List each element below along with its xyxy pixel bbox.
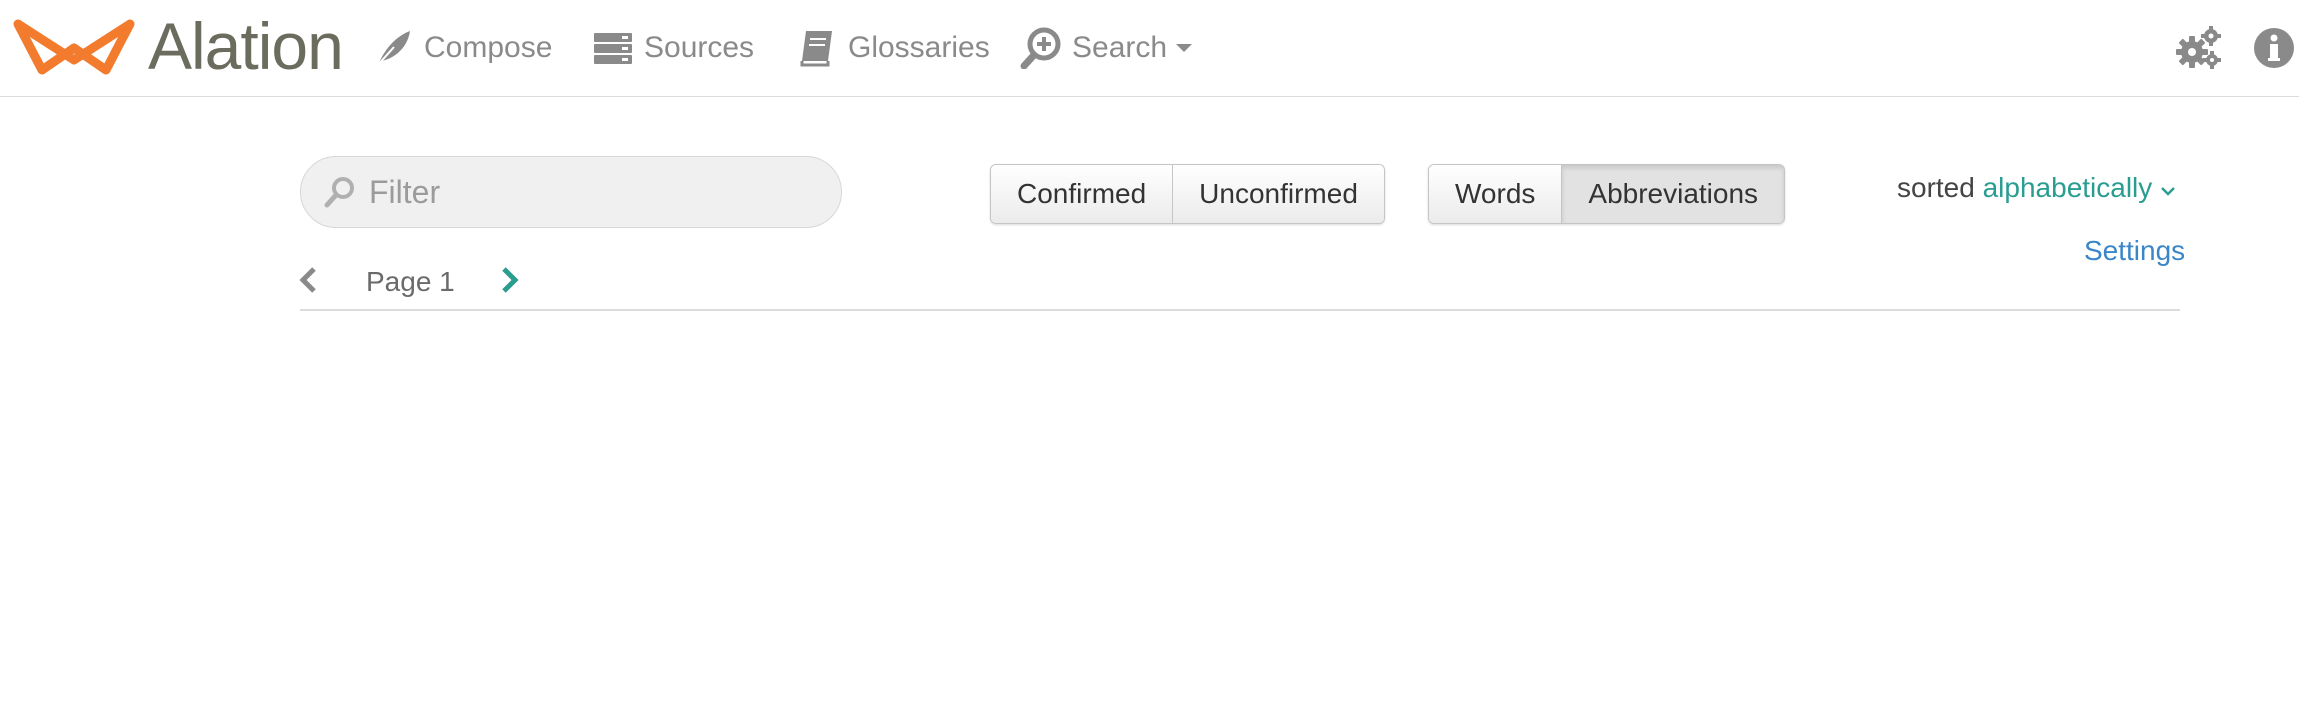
top-navigation-bar: Alation Compose Sources Glossaries Searc…	[0, 0, 2299, 97]
nav-compose[interactable]: Compose	[372, 24, 552, 72]
chevron-down-icon	[2161, 187, 2175, 196]
book-icon	[800, 31, 832, 67]
nav-compose-label: Compose	[424, 31, 553, 64]
filter-input[interactable]	[367, 172, 811, 212]
server-stack-icon	[594, 33, 632, 64]
nav-search-label: Search	[1072, 31, 1168, 64]
caret-down-icon	[1176, 44, 1193, 52]
search-icon	[324, 177, 354, 208]
status-toggle-group: Confirmed Unconfirmed	[990, 164, 1385, 224]
type-toggle-group: Words Abbreviations	[1428, 164, 1786, 224]
nav-search[interactable]: Search	[1020, 24, 1193, 72]
filter-field[interactable]	[300, 156, 842, 228]
sort-dropdown[interactable]: alphabetically	[1983, 172, 2176, 203]
sort-value: alphabetically	[1982, 172, 2153, 203]
sort-prefix: sorted	[1897, 172, 1975, 203]
confirmed-button[interactable]: Confirmed	[991, 165, 1174, 223]
gears-icon[interactable]	[2174, 24, 2222, 72]
abbreviations-button[interactable]: Abbreviations	[1562, 165, 1785, 223]
alation-mark-icon	[13, 19, 135, 75]
content-divider	[300, 309, 2180, 311]
feather-icon	[375, 31, 410, 68]
nav-sources[interactable]: Sources	[592, 24, 754, 72]
info-circle-icon[interactable]	[2250, 24, 2298, 72]
nav-glossaries[interactable]: Glossaries	[796, 24, 990, 72]
nav-sources-label: Sources	[644, 31, 755, 64]
search-plus-icon	[1020, 27, 1061, 69]
settings-link[interactable]: Settings	[2084, 235, 2185, 267]
alation-logo[interactable]: Alation	[12, 9, 344, 83]
words-button[interactable]: Words	[1429, 165, 1563, 223]
sort-control: sorted alphabetically	[1897, 172, 2176, 204]
chevron-left-icon[interactable]	[298, 266, 318, 294]
page-indicator: Page 1	[366, 266, 455, 297]
chevron-right-icon[interactable]	[500, 266, 520, 294]
unconfirmed-button[interactable]: Unconfirmed	[1173, 165, 1384, 223]
nav-glossaries-label: Glossaries	[848, 31, 990, 64]
brand-name: Alation	[148, 9, 344, 83]
